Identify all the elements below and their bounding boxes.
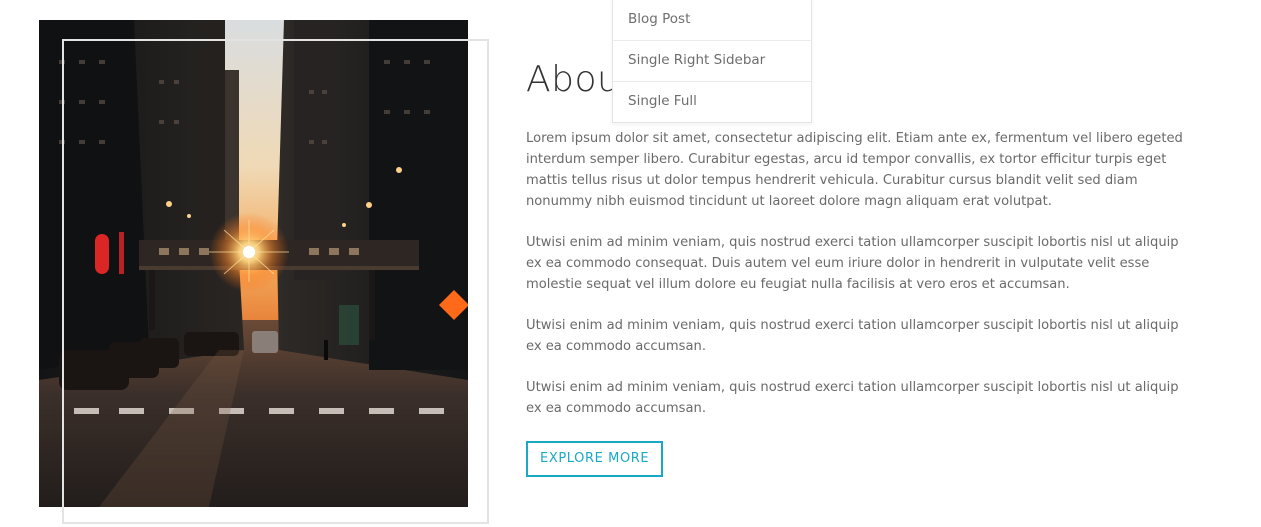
about-paragraph: Utwisi enim ad minim veniam, quis nostru…: [526, 318, 1179, 354]
about-paragraph: Lorem ipsum dolor sit amet, consectetur …: [526, 131, 1183, 209]
menu-item-single-full[interactable]: Single Full: [613, 82, 811, 122]
explore-more-button[interactable]: Explore More: [526, 441, 664, 477]
menu-item-blog-post[interactable]: Blog Post: [613, 0, 811, 41]
about-paragraph: Utwisi enim ad minim veniam, quis nostru…: [526, 235, 1179, 292]
blog-dropdown-menu: Blog Post Single Right Sidebar Single Fu…: [612, 0, 812, 123]
city-street-photo: [39, 20, 468, 507]
about-paragraph: Utwisi enim ad minim veniam, quis nostru…: [526, 380, 1179, 416]
menu-item-single-right-sidebar[interactable]: Single Right Sidebar: [613, 41, 811, 82]
